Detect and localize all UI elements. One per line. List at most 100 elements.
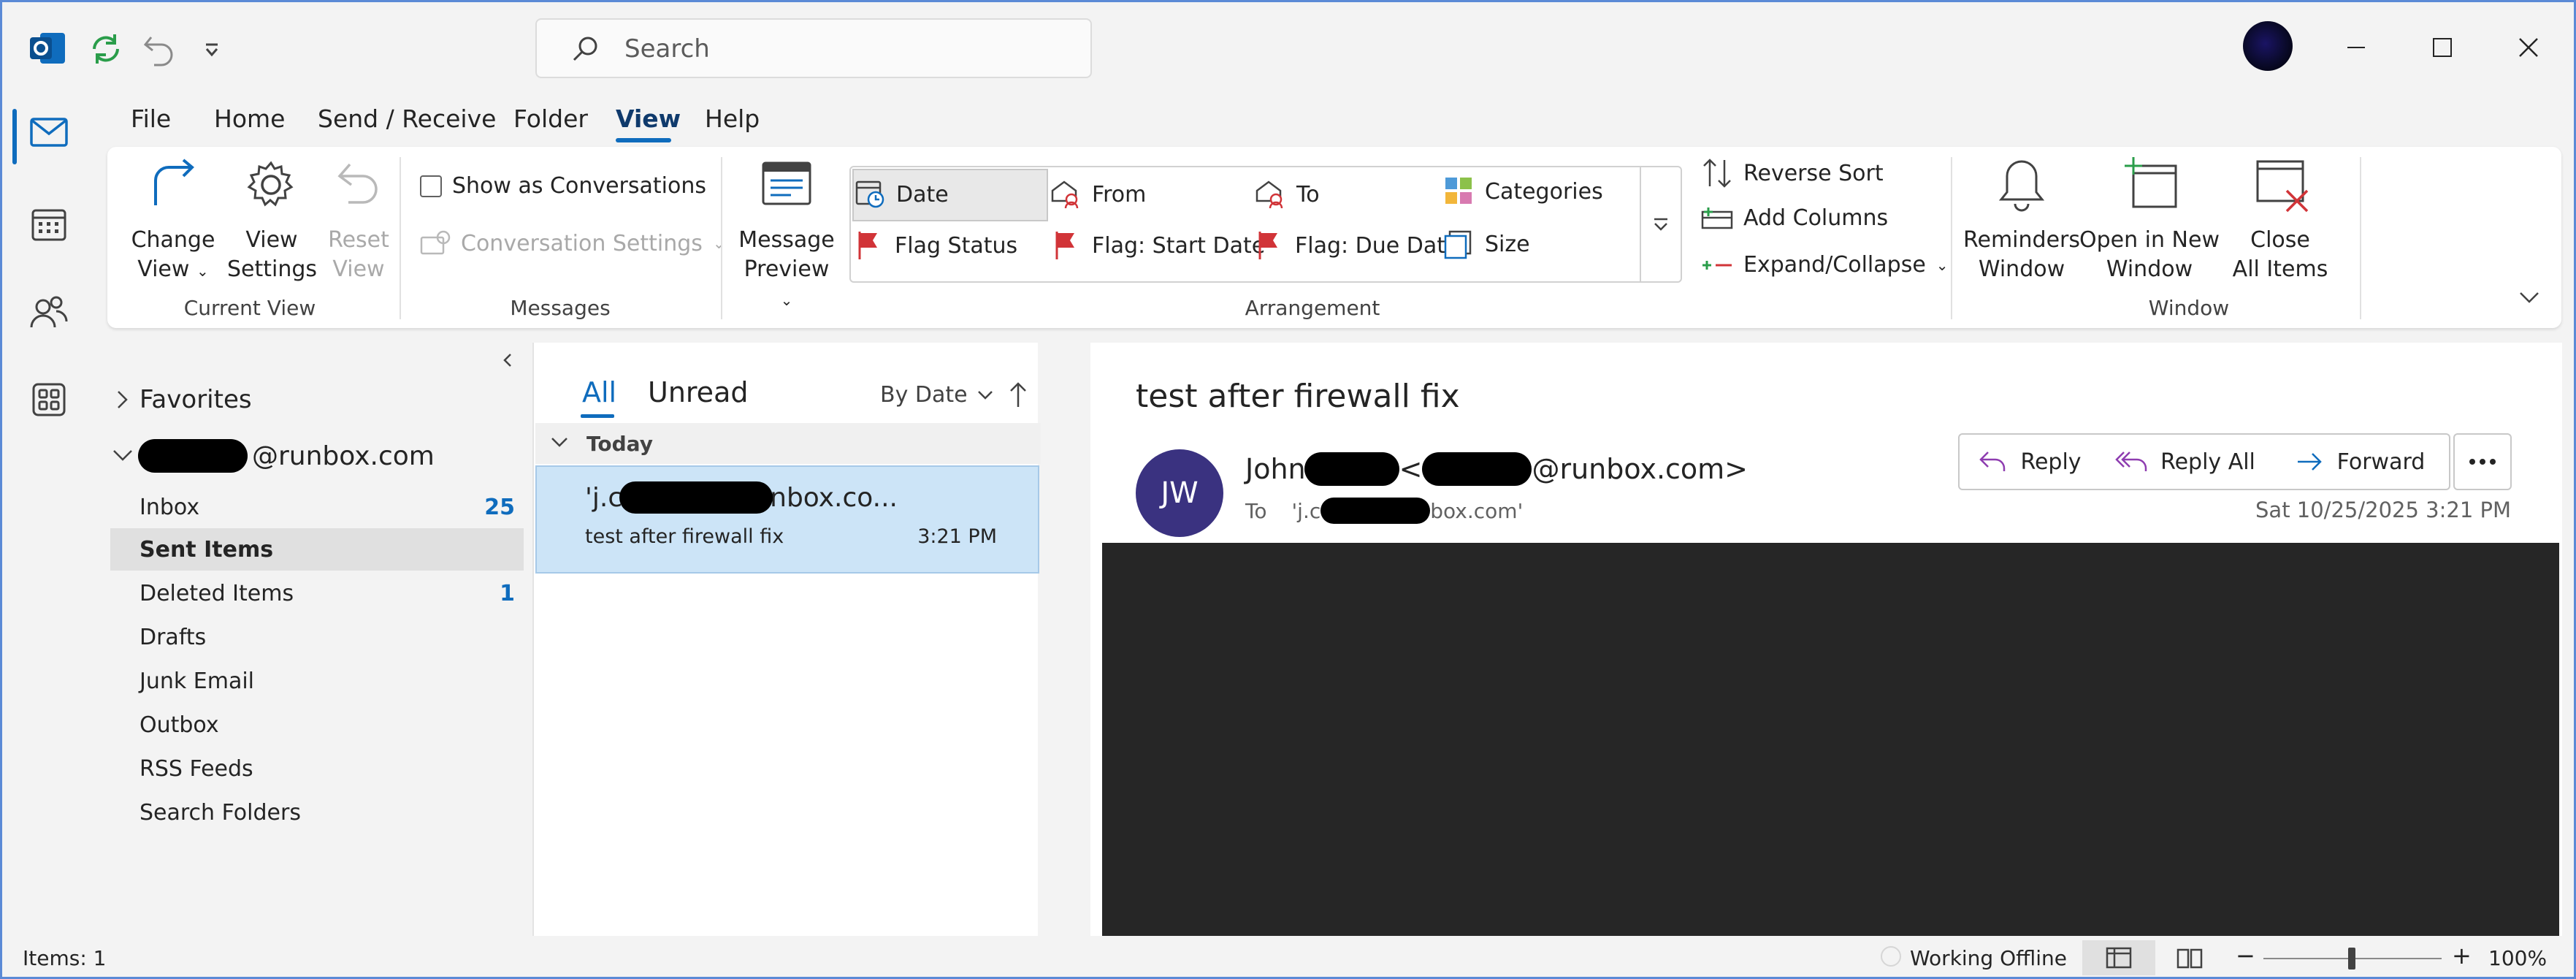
sender-line[interactable]: John < @runbox.com> <box>1245 452 1748 486</box>
folder-outbox[interactable]: Outbox <box>107 705 524 747</box>
customize-toolbar-icon[interactable] <box>201 39 223 61</box>
close-all-items-button[interactable]: Close All Items <box>2225 156 2335 287</box>
new-window-icon <box>2123 156 2179 211</box>
folder-deleted-items[interactable]: Deleted Items 1 <box>107 574 524 616</box>
more-actions-button[interactable] <box>2453 433 2512 490</box>
minimize-icon <box>2347 47 2365 48</box>
account-header[interactable]: @runbox.com <box>112 439 435 473</box>
close-window-button[interactable] <box>2488 17 2569 78</box>
arrange-flag-due-label: Flag: Due Date <box>1295 232 1459 259</box>
zoom-in-button[interactable]: + <box>2452 942 2472 970</box>
sender-name: John <box>1245 453 1306 485</box>
sort-by-dropdown[interactable]: By Date <box>880 382 994 408</box>
arrange-from-label: From <box>1092 181 1147 207</box>
title-bar: Search <box>2 2 2574 94</box>
normal-view-button[interactable] <box>2082 940 2155 975</box>
change-view-label2-text: View <box>137 256 190 282</box>
undo-icon[interactable] <box>141 30 177 66</box>
arrange-by-date[interactable]: Date <box>855 179 949 210</box>
view-settings-button[interactable]: View Settings <box>227 156 317 287</box>
tab-view[interactable]: View <box>616 104 681 133</box>
favorites-label: Favorites <box>139 385 252 414</box>
arrange-by-categories[interactable]: Categories <box>1444 176 1603 207</box>
expand-collapse-button[interactable]: Expand/Collapse ⌄ <box>1701 252 1949 278</box>
change-view-button[interactable]: Change View ⌄ <box>131 156 215 287</box>
reset-icon <box>334 160 382 213</box>
sort-direction-button[interactable] <box>1007 381 1029 410</box>
search-input[interactable]: Search <box>535 18 1092 78</box>
message-time: 3:21 PM <box>917 525 997 548</box>
arrange-date-label: Date <box>896 181 949 207</box>
folder-sent-items[interactable]: Sent Items <box>107 530 524 572</box>
zoom-slider-thumb[interactable] <box>2348 948 2355 970</box>
folder-inbox[interactable]: Inbox 25 <box>107 487 524 530</box>
collapse-ribbon-button[interactable] <box>2518 289 2547 311</box>
zoom-level[interactable]: 100% <box>2488 946 2547 970</box>
favorites-header[interactable]: Favorites <box>115 385 252 414</box>
tab-folder[interactable]: Folder <box>513 104 588 133</box>
filter-tab-unread[interactable]: Unread <box>648 376 748 408</box>
to-line: To 'j.c box.com' <box>1245 498 1523 524</box>
folder-pane: Favorites @runbox.com Inbox 25 Sent Item… <box>107 343 524 937</box>
arrangement-more-button[interactable] <box>1640 167 1681 281</box>
minimize-button[interactable] <box>2316 17 2396 78</box>
arrange-by-from[interactable]: From <box>1050 179 1146 210</box>
tab-file[interactable]: File <box>131 104 171 133</box>
reading-view-icon <box>2176 948 2203 969</box>
status-bar: Items: 1 Working Offline − + 100% <box>2 936 2574 977</box>
reverse-sort-label: Reverse Sort <box>1743 160 1884 186</box>
message-item[interactable]: 'j.c nbox.co... test after firewall fix … <box>535 465 1039 574</box>
group-header-today[interactable]: Today <box>535 423 1041 464</box>
reminders-window-button[interactable]: Reminders Window <box>1963 156 2080 287</box>
chevron-down-icon <box>113 450 132 461</box>
reading-view-button[interactable] <box>2171 942 2208 974</box>
folder-search-folders[interactable]: Search Folders <box>107 793 524 835</box>
reminders-label2: Window <box>1978 256 2065 282</box>
show-as-conversations-checkbox[interactable]: Show as Conversations <box>420 173 706 199</box>
account-avatar[interactable] <box>2243 21 2293 71</box>
ribbon-divider <box>2360 157 2361 319</box>
to-recipient-suffix: box.com' <box>1430 498 1524 523</box>
message-preview-button[interactable]: Message Preview ⌄ <box>737 156 836 309</box>
zoom-out-button[interactable]: − <box>2236 942 2255 970</box>
apps-icon[interactable] <box>28 379 69 420</box>
tab-send-receive[interactable]: Send / Receive <box>318 104 496 133</box>
chevron-down-icon <box>2520 292 2539 303</box>
message-recipient-prefix: 'j.c <box>585 482 623 513</box>
calendar-icon[interactable] <box>28 204 69 245</box>
message-recipient-suffix: nbox.co... <box>770 482 898 513</box>
chevron-down-icon <box>551 438 567 447</box>
sync-icon[interactable] <box>87 30 125 68</box>
reverse-sort-button[interactable]: Reverse Sort <box>1701 157 1884 189</box>
sender-avatar[interactable]: JW <box>1136 449 1223 537</box>
arrange-by-flag-start[interactable]: Flag: Start Date <box>1052 230 1265 261</box>
reply-button[interactable]: Reply <box>1958 433 2101 490</box>
collapse-folder-pane-button[interactable] <box>499 351 519 372</box>
folder-junk-email[interactable]: Junk Email <box>107 661 524 704</box>
arrange-by-size[interactable]: Size <box>1444 229 1530 259</box>
reminders-label1: Reminders <box>1963 227 2080 253</box>
gallery-more-icon <box>1654 218 1667 231</box>
message-preview-label1: Message <box>738 227 835 253</box>
tab-home[interactable]: Home <box>214 104 285 133</box>
add-columns-button[interactable]: Add Columns <box>1701 205 1888 231</box>
filter-tab-all[interactable]: All <box>582 376 616 408</box>
size-icon <box>1444 230 1472 259</box>
arrange-by-to[interactable]: To <box>1254 179 1320 210</box>
folder-rss-feeds[interactable]: RSS Feeds <box>107 749 524 791</box>
mail-icon[interactable] <box>28 112 69 153</box>
forward-button[interactable]: Forward <box>2271 433 2450 490</box>
tab-help[interactable]: Help <box>705 104 760 133</box>
reset-view-button[interactable]: Reset View <box>324 156 394 287</box>
arrange-by-flag-due[interactable]: Flag: Due Date <box>1255 230 1459 261</box>
close-icon <box>2519 38 2538 57</box>
group-messages: Messages <box>510 296 611 320</box>
folder-drafts[interactable]: Drafts <box>107 617 524 660</box>
email-date: Sat 10/25/2025 3:21 PM <box>2255 498 2511 522</box>
open-new-window-button[interactable]: Open in New Window <box>2079 156 2220 287</box>
maximize-button[interactable] <box>2402 17 2483 78</box>
arrange-by-flag-status[interactable]: Flag Status <box>855 230 1017 261</box>
close-all-label1: Close <box>2250 227 2310 253</box>
people-icon[interactable] <box>28 292 69 332</box>
reply-all-button[interactable]: Reply All <box>2100 433 2272 490</box>
